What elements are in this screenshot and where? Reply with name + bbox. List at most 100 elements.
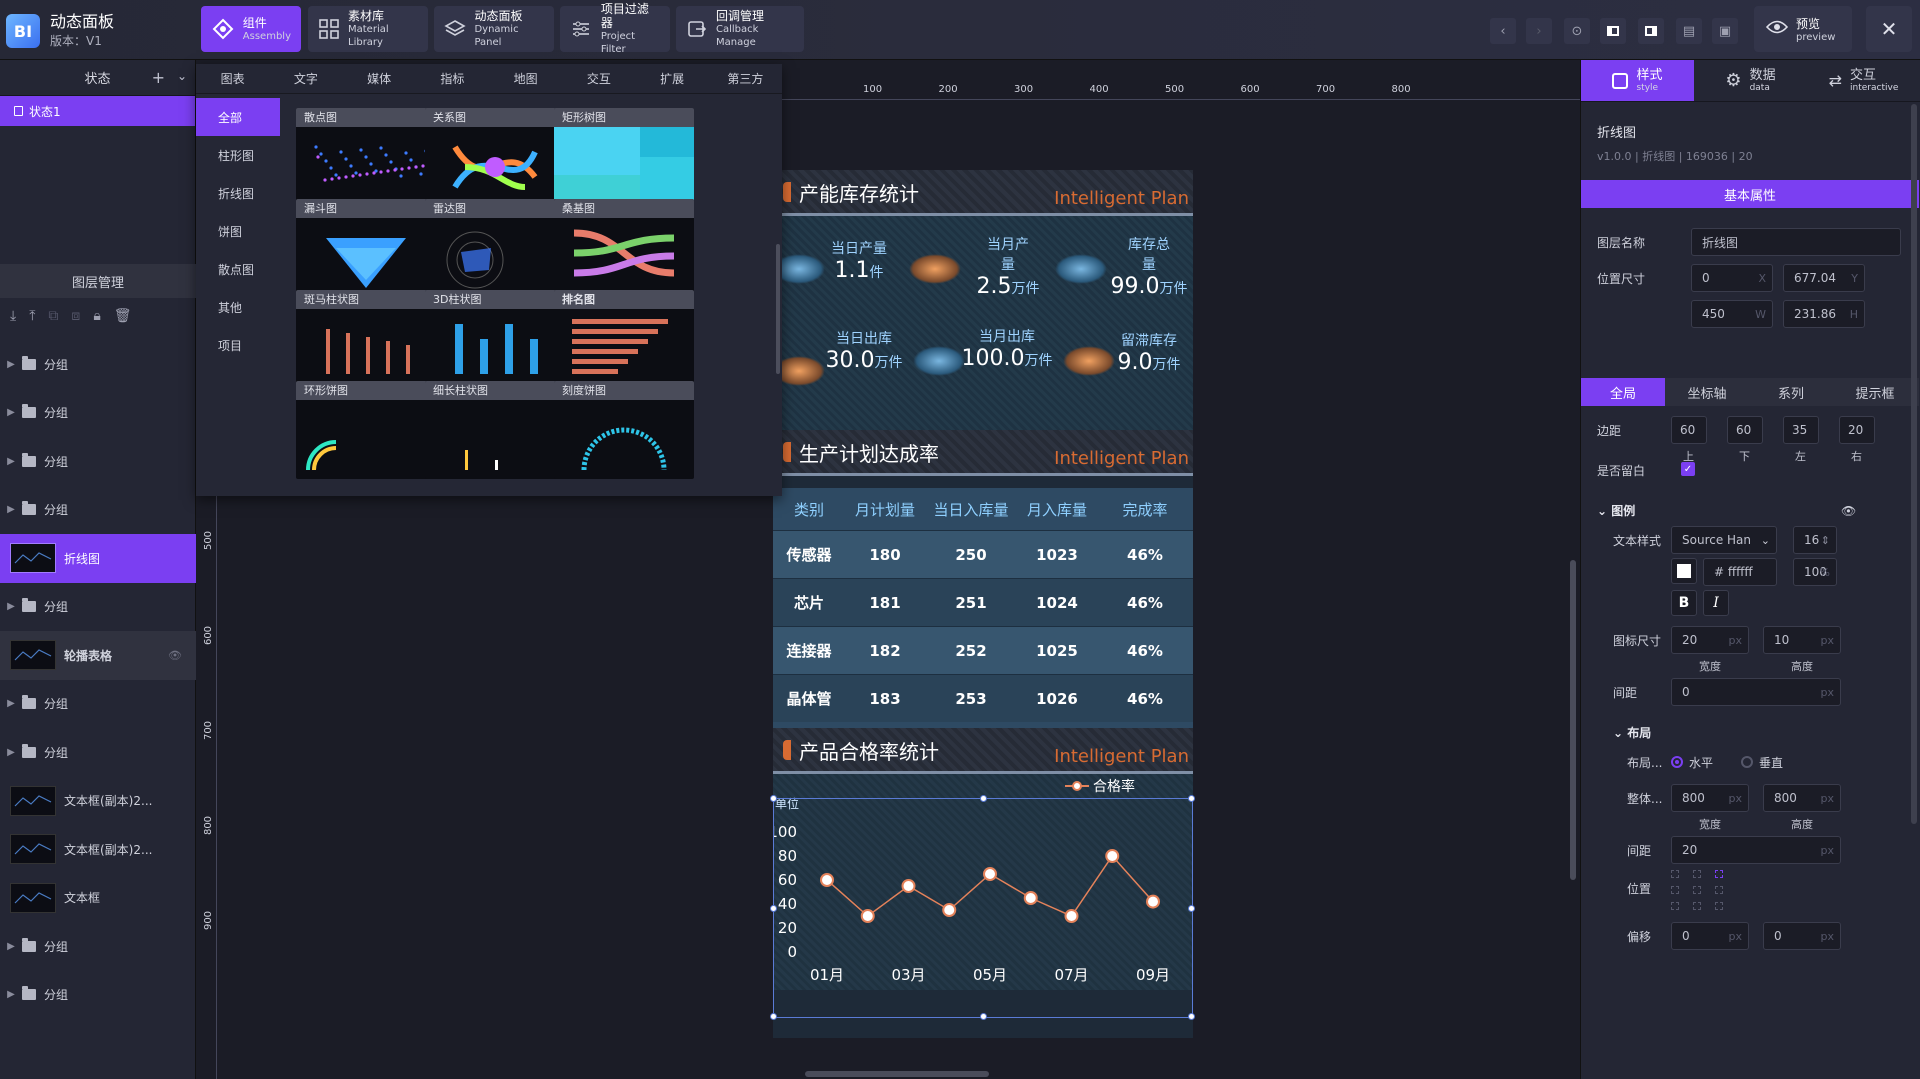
position-cell[interactable]: [1693, 870, 1701, 878]
offset-x-input[interactable]: 0 px: [1671, 922, 1749, 950]
resize-handle[interactable]: [980, 1013, 987, 1020]
project-filter-button[interactable]: 项目过滤器 Project Filter: [560, 2, 670, 55]
lock-icon[interactable]: 🔒︎: [93, 308, 100, 324]
category-item[interactable]: 全部: [196, 98, 280, 136]
tab-interactive[interactable]: ⇄ 交互 interactive: [1807, 60, 1920, 101]
resize-handle[interactable]: [1188, 905, 1195, 912]
preview-button[interactable]: 预览 preview: [1754, 6, 1852, 52]
spacing-input[interactable]: 0 px: [1671, 678, 1841, 706]
layer-item[interactable]: 文本框: [0, 874, 196, 923]
resize-handle[interactable]: [770, 1013, 777, 1020]
component-tab[interactable]: 第三方: [709, 70, 782, 87]
trash-icon[interactable]: 🗑︎: [114, 308, 132, 324]
component-card[interactable]: 散点图: [296, 108, 436, 206]
overall-width-input[interactable]: 800 px: [1671, 784, 1749, 812]
layer-item[interactable]: 文本框(副本)2...: [0, 825, 196, 874]
tab-style[interactable]: 样式 style: [1581, 60, 1694, 101]
component-card[interactable]: 环形饼图: [296, 381, 436, 479]
category-item[interactable]: 折线图: [196, 174, 280, 212]
component-scrollbar[interactable]: [776, 244, 780, 374]
selection-box[interactable]: [770, 795, 1195, 1020]
component-card[interactable]: 3D柱状图: [425, 290, 565, 388]
copy-icon[interactable]: ⧉: [48, 308, 58, 324]
margin-input[interactable]: 60: [1671, 416, 1707, 444]
close-button[interactable]: ✕: [1866, 6, 1912, 52]
italic-button[interactable]: I: [1703, 590, 1729, 616]
config-tab[interactable]: 系列: [1749, 378, 1833, 406]
category-item[interactable]: 其他: [196, 288, 280, 326]
layer-item[interactable]: 👁︎ 轮播表格: [0, 631, 196, 680]
add-state-icon[interactable]: +: [152, 68, 165, 87]
redo-button[interactable]: ›: [1526, 18, 1552, 44]
opacity-input[interactable]: 100%: [1793, 558, 1837, 586]
position-cell[interactable]: [1715, 886, 1723, 894]
move-up-icon[interactable]: ⤒: [29, 308, 35, 324]
category-item[interactable]: 项目: [196, 326, 280, 364]
ungroup-icon[interactable]: ⧈: [71, 308, 80, 324]
margin-input[interactable]: 35: [1783, 416, 1819, 444]
height-input[interactable]: 231.86 H: [1783, 300, 1865, 328]
config-tab[interactable]: 全局: [1581, 378, 1665, 406]
position-cell[interactable]: [1715, 870, 1723, 878]
component-card[interactable]: 排名图: [554, 290, 694, 388]
component-tab[interactable]: 扩展: [636, 70, 709, 87]
expand-arrow-icon[interactable]: ▶: [0, 941, 22, 952]
image-button[interactable]: ▣: [1712, 18, 1738, 44]
font-select[interactable]: Source Han ⌄: [1671, 526, 1777, 554]
icon-width-input[interactable]: 20 px: [1671, 626, 1749, 654]
component-tab[interactable]: 交互: [562, 70, 635, 87]
resize-handle[interactable]: [1188, 795, 1195, 802]
font-size-input[interactable]: 16 ⇕: [1793, 526, 1837, 554]
category-item[interactable]: 柱形图: [196, 136, 280, 174]
move-down-icon[interactable]: ⤓: [10, 308, 16, 324]
component-tab[interactable]: 媒体: [343, 70, 416, 87]
dynamic-panel-button[interactable]: 动态面板 Dynamic Panel: [434, 6, 554, 52]
state-item-1[interactable]: 状态1: [0, 96, 195, 126]
icon-height-input[interactable]: 10 px: [1763, 626, 1841, 654]
material-library-button[interactable]: 素材库 Material Library: [308, 6, 428, 52]
component-card[interactable]: 矩形树图: [554, 108, 694, 206]
layer-group[interactable]: ▶ 分组: [0, 971, 196, 1020]
layer-group[interactable]: ▶ 分组: [0, 728, 196, 777]
callback-manage-button[interactable]: 回调管理 Callback Manage: [676, 6, 804, 52]
layout-section[interactable]: ⌄ 布局: [1613, 724, 1651, 741]
bold-button[interactable]: B: [1671, 590, 1697, 616]
color-hex-input[interactable]: # ffffff: [1703, 558, 1777, 586]
layer-group[interactable]: ▶ 分组: [0, 340, 196, 389]
legend-section[interactable]: ⌄ 图例: [1597, 502, 1635, 519]
resize-handle[interactable]: [770, 795, 777, 802]
category-item[interactable]: 饼图: [196, 212, 280, 250]
expand-arrow-icon[interactable]: ▶: [0, 989, 22, 1000]
position-grid[interactable]: [1671, 870, 1727, 910]
undo-button[interactable]: ‹: [1490, 18, 1516, 44]
y-input[interactable]: 677.04 Y: [1783, 264, 1865, 292]
position-cell[interactable]: [1693, 902, 1701, 910]
component-card[interactable]: 斑马柱状图: [296, 290, 436, 388]
chevron-down-icon[interactable]: ⌄: [177, 69, 187, 83]
expand-arrow-icon[interactable]: ▶: [0, 747, 22, 758]
layout-spacing-input[interactable]: 20 px: [1671, 836, 1841, 864]
component-tab[interactable]: 图表: [196, 70, 269, 87]
eye-icon[interactable]: 👁︎: [168, 649, 182, 662]
layout-left-button[interactable]: [1600, 18, 1626, 44]
layer-group[interactable]: ▶ 分组: [0, 922, 196, 971]
vertical-radio[interactable]: [1741, 756, 1753, 768]
color-swatch[interactable]: [1671, 558, 1697, 584]
visibility-eye-icon[interactable]: 👁︎: [1841, 504, 1856, 518]
component-tab[interactable]: 地图: [489, 70, 562, 87]
canvas-vertical-scrollbar[interactable]: [1570, 560, 1576, 880]
category-item[interactable]: 散点图: [196, 250, 280, 288]
component-card[interactable]: 刻度饼图: [554, 381, 694, 479]
component-card[interactable]: 细长柱状图: [425, 381, 565, 479]
component-card[interactable]: 漏斗图: [296, 199, 436, 297]
config-tab[interactable]: 坐标轴: [1665, 378, 1749, 406]
overall-height-input[interactable]: 800 px: [1763, 784, 1841, 812]
margin-input[interactable]: 20: [1839, 416, 1875, 444]
expand-arrow-icon[interactable]: ▶: [0, 359, 22, 370]
tab-data[interactable]: ⚙ 数据 data: [1694, 60, 1807, 101]
position-cell[interactable]: [1671, 870, 1679, 878]
width-input[interactable]: 450 W: [1691, 300, 1773, 328]
component-card[interactable]: 桑基图: [554, 199, 694, 297]
x-input[interactable]: 0X: [1691, 264, 1773, 292]
layer-group[interactable]: ▶ 分组: [0, 486, 196, 535]
